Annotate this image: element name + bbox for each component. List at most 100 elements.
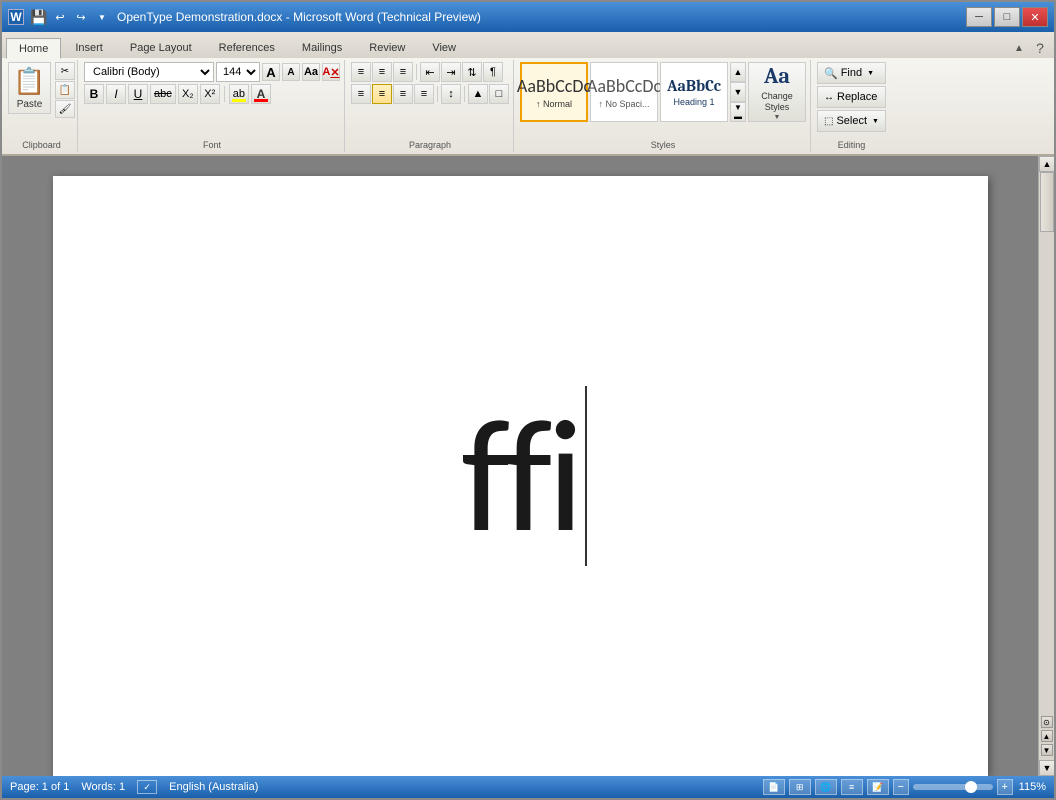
text-highlight-button[interactable]: ab xyxy=(229,84,249,104)
tab-mailings[interactable]: Mailings xyxy=(289,37,355,58)
view-fullscreen-btn[interactable]: ⊞ xyxy=(789,779,811,795)
styles-scroll-down[interactable]: ▼ xyxy=(730,82,746,102)
scroll-down-button[interactable]: ▼ xyxy=(1039,760,1054,776)
tab-references[interactable]: References xyxy=(206,37,288,58)
scroll-select-browse-btn[interactable]: ⊙ xyxy=(1041,716,1053,728)
scroll-up-button[interactable]: ▲ xyxy=(1039,156,1054,172)
numbering-button[interactable]: ≡ xyxy=(372,62,392,82)
language-info[interactable]: English (Australia) xyxy=(169,781,258,793)
app-icon: W xyxy=(8,9,24,25)
multilevel-button[interactable]: ≡ xyxy=(393,62,413,82)
format-painter-button[interactable]: 🖌 xyxy=(55,100,75,118)
para-sep3 xyxy=(464,86,465,102)
paragraph-group-label: Paragraph xyxy=(347,140,513,150)
save-quick-btn[interactable]: 💾 xyxy=(30,8,48,26)
align-center-button[interactable]: ≡ xyxy=(372,84,392,104)
zoom-in-button[interactable]: + xyxy=(997,779,1013,795)
zoom-thumb[interactable] xyxy=(965,781,977,793)
para-row1: ≡ ≡ ≡ ⇤ ⇥ ⇅ ¶ xyxy=(351,62,509,82)
replace-icon: ↔ xyxy=(824,92,834,103)
tab-pagelayout[interactable]: Page Layout xyxy=(117,37,205,58)
normal-label: ↑ Normal xyxy=(536,99,572,109)
normal-preview: AaBbCcDc xyxy=(517,75,591,97)
maximize-button[interactable]: □ xyxy=(994,7,1020,27)
increase-indent-button[interactable]: ⇥ xyxy=(441,62,461,82)
view-draft-btn[interactable]: 📝 xyxy=(867,779,889,795)
grow-font-button[interactable]: A xyxy=(262,63,280,81)
find-icon: 🔍 xyxy=(824,67,838,80)
font-color-button[interactable]: A xyxy=(251,84,271,104)
help-button[interactable]: ? xyxy=(1030,38,1050,58)
style-no-spacing[interactable]: AaBbCcDc ↑ No Spaci... xyxy=(590,62,658,122)
clipboard-group: 📋 Paste ✂ 📋 🖌 Clipboard xyxy=(6,60,78,152)
view-outline-btn[interactable]: ≡ xyxy=(841,779,863,795)
window-controls: ─ □ ✕ xyxy=(966,7,1048,27)
tab-view[interactable]: View xyxy=(419,37,469,58)
align-right-button[interactable]: ≡ xyxy=(393,84,413,104)
find-button[interactable]: 🔍 Find ▼ xyxy=(817,62,886,84)
subscript-button[interactable]: X₂ xyxy=(178,84,198,104)
document-scroll-area[interactable]: ffi xyxy=(2,156,1038,776)
style-normal[interactable]: AaBbCcDc ↑ Normal xyxy=(520,62,588,122)
zoom-level[interactable]: 115% xyxy=(1019,781,1046,793)
style-heading1[interactable]: AaBbCc Heading 1 xyxy=(660,62,728,122)
quickaccess-more-btn[interactable]: ▼ xyxy=(93,8,111,26)
change-styles-button[interactable]: Aa ChangeStyles ▼ xyxy=(748,62,806,122)
styles-group: AaBbCcDc ↑ Normal AaBbCcDc ↑ No Spaci...… xyxy=(516,60,811,152)
document-text: ffi xyxy=(461,396,579,556)
close-button[interactable]: ✕ xyxy=(1022,7,1048,27)
ribbon-collapse-btn[interactable]: ▲ xyxy=(1009,38,1029,58)
scroll-track[interactable] xyxy=(1039,172,1054,712)
tab-review[interactable]: Review xyxy=(356,37,418,58)
shrink-font-button[interactable]: A xyxy=(282,63,300,81)
clear-formatting-button[interactable]: A✕ xyxy=(322,63,340,81)
document-page: ffi xyxy=(53,176,988,776)
undo-quick-btn[interactable]: ↩ xyxy=(51,8,69,26)
cut-button[interactable]: ✂ xyxy=(55,62,75,80)
select-dropdown[interactable]: ▼ xyxy=(872,118,879,125)
line-spacing-button[interactable]: ↕ xyxy=(441,84,461,104)
replace-button[interactable]: ↔ Replace xyxy=(817,86,886,108)
styles-more[interactable]: ▼▬ xyxy=(730,102,746,122)
underline-button[interactable]: U xyxy=(128,84,148,104)
proofing-icon[interactable]: ✓ xyxy=(137,780,157,794)
italic-button[interactable]: I xyxy=(106,84,126,104)
styles-row: AaBbCcDc ↑ Normal AaBbCcDc ↑ No Spaci...… xyxy=(520,62,806,122)
copy-button[interactable]: 📋 xyxy=(55,81,75,99)
font-name-select[interactable]: Calibri (Body) xyxy=(84,62,214,82)
bold-button[interactable]: B xyxy=(84,84,104,104)
font-size-select[interactable]: 144 xyxy=(216,62,260,82)
select-button[interactable]: ⬚ Select ▼ xyxy=(817,110,886,132)
document-content[interactable]: ffi xyxy=(53,176,988,776)
tab-home[interactable]: Home xyxy=(6,38,61,59)
show-hide-button[interactable]: ¶ xyxy=(483,62,503,82)
minimize-button[interactable]: ─ xyxy=(966,7,992,27)
editing-group-label: Editing xyxy=(813,140,890,150)
borders-button[interactable]: □ xyxy=(489,84,509,104)
shading-button[interactable]: ▲ xyxy=(468,84,488,104)
heading1-label: Heading 1 xyxy=(673,97,714,107)
paste-button[interactable]: 📋 Paste xyxy=(8,62,51,114)
font-group: Calibri (Body) 144 A A Aa A✕ B I U abc X… xyxy=(80,60,345,152)
strikethrough-button[interactable]: abc xyxy=(150,84,176,104)
text-container: ffi xyxy=(461,396,579,556)
find-dropdown[interactable]: ▼ xyxy=(867,70,874,77)
scroll-prev-btn[interactable]: ▲ xyxy=(1041,730,1053,742)
zoom-slider[interactable] xyxy=(913,784,993,790)
sort-button[interactable]: ⇅ xyxy=(462,62,482,82)
scroll-next-btn[interactable]: ▼ xyxy=(1041,744,1053,756)
justify-button[interactable]: ≡ xyxy=(414,84,434,104)
change-case-button[interactable]: Aa xyxy=(302,63,320,81)
scroll-thumb[interactable] xyxy=(1040,172,1054,232)
view-web-btn[interactable]: 🌐 xyxy=(815,779,837,795)
styles-scroll-up[interactable]: ▲ xyxy=(730,62,746,82)
decrease-indent-button[interactable]: ⇤ xyxy=(420,62,440,82)
align-left-button[interactable]: ≡ xyxy=(351,84,371,104)
superscript-button[interactable]: X² xyxy=(200,84,220,104)
tab-insert[interactable]: Insert xyxy=(62,37,116,58)
bullets-button[interactable]: ≡ xyxy=(351,62,371,82)
redo-quick-btn[interactable]: ↪ xyxy=(72,8,90,26)
change-styles-icon: Aa xyxy=(764,63,790,89)
zoom-out-button[interactable]: − xyxy=(893,779,909,795)
view-print-btn[interactable]: 📄 xyxy=(763,779,785,795)
